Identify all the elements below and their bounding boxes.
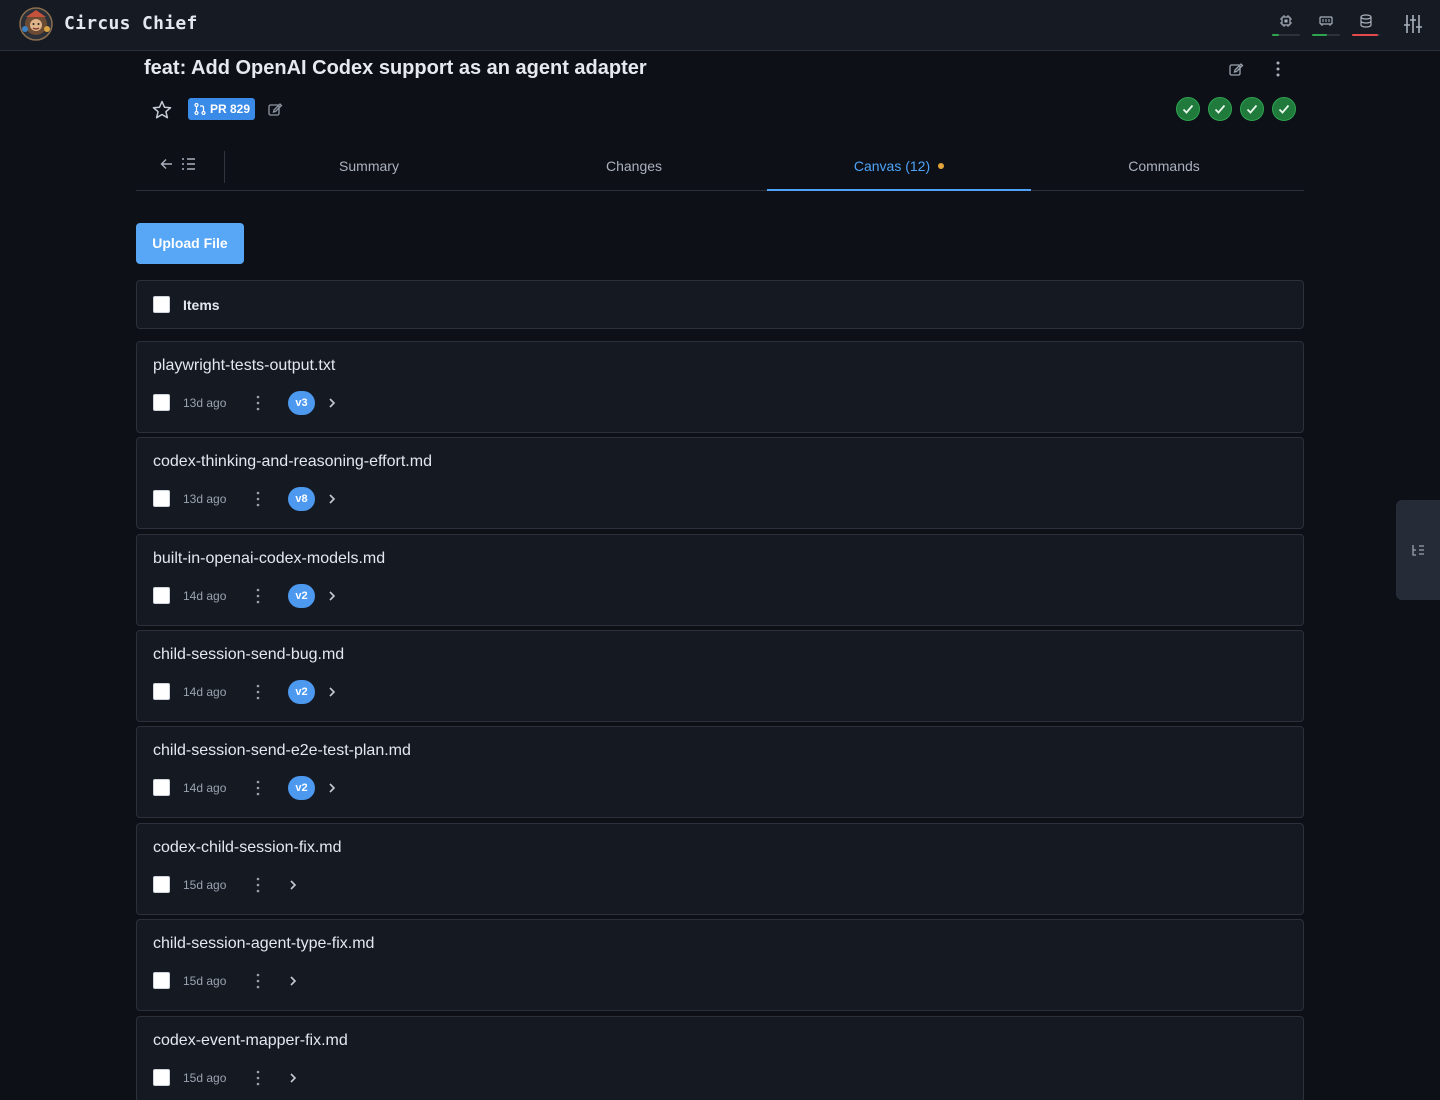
item-age: 13d ago	[183, 492, 227, 506]
item-checkbox[interactable]	[153, 394, 170, 411]
item-name[interactable]: child-session-send-bug.md	[153, 646, 344, 664]
item-more-icon[interactable]	[251, 490, 265, 508]
top-bar: Circus Chief	[0, 0, 1440, 51]
list-item[interactable]: child-session-agent-type-fix.md 15d ago	[136, 919, 1304, 1011]
side-panel-toggle[interactable]	[1396, 500, 1440, 600]
version-badge[interactable]: v3	[288, 391, 315, 415]
list-item[interactable]: child-session-send-e2e-test-plan.md 14d …	[136, 726, 1304, 818]
chevron-right-icon[interactable]	[287, 878, 299, 892]
pull-request-icon	[194, 103, 206, 115]
version-badge[interactable]: v2	[288, 680, 315, 704]
item-name[interactable]: built-in-openai-codex-models.md	[153, 550, 385, 568]
cpu-status[interactable]	[1272, 12, 1302, 36]
unread-dot	[938, 163, 945, 170]
collapse-sidebar-toggle[interactable]	[160, 154, 200, 174]
tab-changes-label: Changes	[605, 158, 663, 174]
sliders-icon[interactable]	[1402, 13, 1426, 37]
list-item[interactable]: child-session-send-bug.md 14d ago v2	[136, 630, 1304, 722]
item-age: 15d ago	[183, 1071, 227, 1085]
item-name[interactable]: codex-event-mapper-fix.md	[153, 1032, 348, 1050]
pr-badge-label: PR 829	[210, 102, 251, 116]
check-passed-icon[interactable]	[1240, 97, 1264, 121]
chevron-right-icon[interactable]	[326, 492, 338, 506]
tab-summary-label: Summary	[339, 158, 399, 174]
item-checkbox[interactable]	[153, 587, 170, 604]
select-all-checkbox[interactable]	[153, 296, 170, 313]
star-icon[interactable]	[151, 99, 173, 121]
item-more-icon[interactable]	[251, 876, 265, 894]
item-more-icon[interactable]	[251, 972, 265, 990]
item-more-icon[interactable]	[251, 394, 265, 412]
upload-file-button[interactable]: Upload File	[136, 223, 244, 264]
item-more-icon[interactable]	[251, 587, 265, 605]
tab-canvas[interactable]: Canvas (12)	[767, 141, 1031, 191]
chevron-right-icon[interactable]	[287, 1071, 299, 1085]
check-passed-icon[interactable]	[1176, 97, 1200, 121]
circus-logo-icon[interactable]	[18, 7, 54, 41]
check-passed-icon[interactable]	[1272, 97, 1296, 121]
item-age: 14d ago	[183, 589, 227, 603]
item-age: 13d ago	[183, 396, 227, 410]
tab-commands-label: Commands	[1128, 158, 1200, 174]
list-item[interactable]: playwright-tests-output.txt 13d ago v3	[136, 341, 1304, 433]
memory-level-bar	[1312, 34, 1340, 36]
item-more-icon[interactable]	[251, 683, 265, 701]
chevron-right-icon[interactable]	[287, 974, 299, 988]
version-badge[interactable]: v2	[288, 776, 315, 800]
back-arrow-list-icon	[160, 158, 195, 170]
item-name[interactable]: child-session-agent-type-fix.md	[153, 935, 374, 953]
item-age: 14d ago	[183, 781, 227, 795]
item-age: 14d ago	[183, 685, 227, 699]
version-badge[interactable]: v2	[288, 584, 315, 608]
list-item[interactable]: codex-event-mapper-fix.md 15d ago	[136, 1016, 1304, 1100]
tab-divider	[224, 151, 225, 183]
tree-list-icon	[1412, 545, 1424, 556]
tab-summary[interactable]: Summary	[238, 141, 500, 191]
item-checkbox[interactable]	[153, 876, 170, 893]
item-checkbox[interactable]	[153, 972, 170, 989]
item-age: 15d ago	[183, 878, 227, 892]
database-level-bar	[1352, 34, 1380, 36]
memory-status[interactable]	[1312, 12, 1342, 36]
tab-canvas-label: Canvas (12)	[853, 158, 931, 174]
chevron-right-icon[interactable]	[326, 589, 338, 603]
list-item[interactable]: built-in-openai-codex-models.md 14d ago …	[136, 534, 1304, 626]
tab-changes[interactable]: Changes	[502, 141, 766, 191]
app-title: Circus Chief	[64, 13, 198, 34]
chevron-right-icon[interactable]	[326, 685, 338, 699]
list-header: Items	[136, 280, 1304, 329]
item-name[interactable]: codex-child-session-fix.md	[153, 839, 342, 857]
cpu-icon	[1280, 15, 1292, 27]
item-checkbox[interactable]	[153, 779, 170, 796]
item-name[interactable]: child-session-send-e2e-test-plan.md	[153, 742, 411, 760]
version-badge[interactable]: v8	[288, 487, 315, 511]
list-item[interactable]: codex-child-session-fix.md 15d ago	[136, 823, 1304, 915]
item-more-icon[interactable]	[251, 779, 265, 797]
more-options-icon[interactable]	[1268, 59, 1288, 79]
page-title: feat: Add OpenAI Codex support as an age…	[144, 57, 647, 79]
item-age: 15d ago	[183, 974, 227, 988]
list-item[interactable]: codex-thinking-and-reasoning-effort.md 1…	[136, 437, 1304, 529]
database-icon	[1360, 14, 1372, 28]
memory-icon	[1319, 16, 1333, 26]
item-checkbox[interactable]	[153, 1069, 170, 1086]
tab-commands[interactable]: Commands	[1032, 141, 1296, 191]
chevron-right-icon[interactable]	[326, 781, 338, 795]
cpu-level-bar	[1272, 34, 1300, 36]
item-checkbox[interactable]	[153, 683, 170, 700]
tab-bar: Summary Changes Canvas (12) Commands	[136, 141, 1304, 191]
item-name[interactable]: codex-thinking-and-reasoning-effort.md	[153, 453, 432, 471]
database-status[interactable]	[1352, 12, 1382, 36]
edit-icon[interactable]	[1226, 59, 1246, 79]
chevron-right-icon[interactable]	[326, 396, 338, 410]
pr-badge[interactable]: PR 829	[188, 98, 255, 120]
external-edit-icon[interactable]	[266, 100, 284, 118]
list-header-label: Items	[183, 297, 220, 313]
check-passed-icon[interactable]	[1208, 97, 1232, 121]
item-checkbox[interactable]	[153, 490, 170, 507]
item-name[interactable]: playwright-tests-output.txt	[153, 357, 335, 375]
item-more-icon[interactable]	[251, 1069, 265, 1087]
